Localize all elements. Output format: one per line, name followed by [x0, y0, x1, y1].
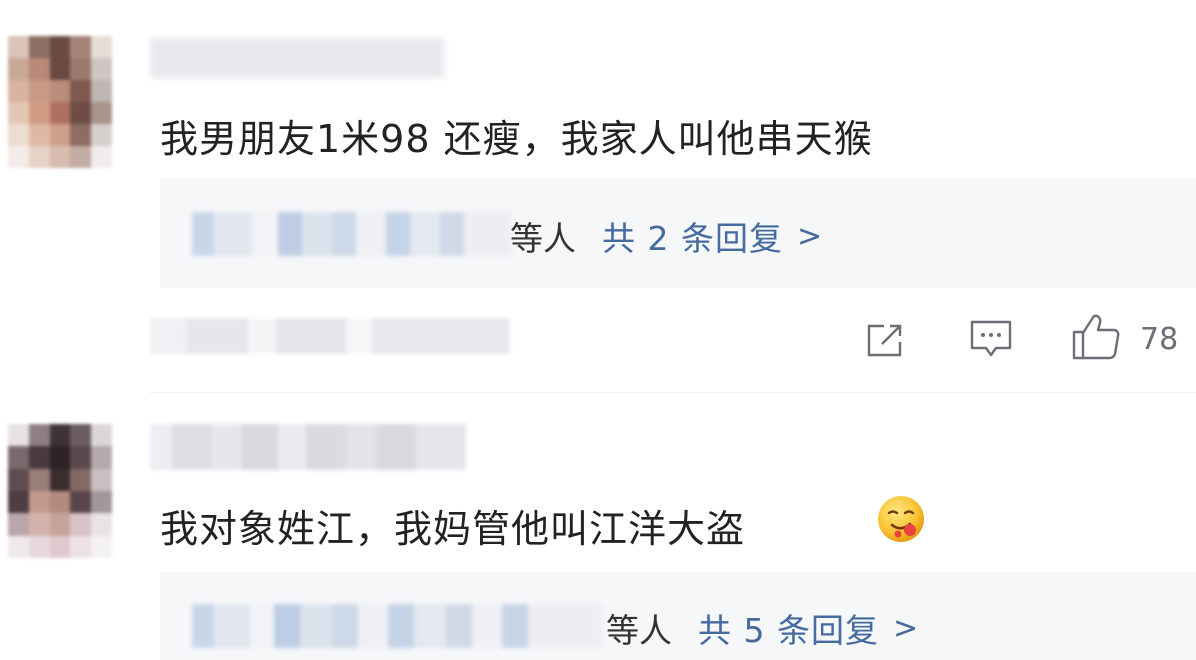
reply-people-label: 等人 — [510, 219, 576, 258]
reply-summary-link[interactable]: 等人 共 5 条回复 > — [606, 604, 918, 652]
comment-text: 我男朋友1米98 还瘦，我家人叫他串天猴 — [160, 117, 873, 161]
drooling-face-emoji — [876, 494, 926, 544]
comment-icon[interactable] — [968, 318, 1014, 360]
share-icon[interactable] — [864, 320, 908, 360]
reply-count-label: 共 5 条回复 — [698, 611, 879, 650]
comment-feed: 我男朋友1米98 还瘦，我家人叫他串天猴 等人 共 2 条回复 > 78 我对象… — [0, 0, 1196, 660]
reply-users-redacted — [192, 604, 602, 648]
reply-people-label: 等人 — [606, 611, 672, 650]
avatar[interactable] — [8, 424, 112, 558]
reply-count-label: 共 2 条回复 — [602, 219, 783, 258]
avatar[interactable] — [8, 36, 112, 168]
username-redacted[interactable] — [150, 424, 466, 470]
divider — [150, 392, 1196, 393]
like-count: 78 — [1140, 322, 1179, 357]
username-redacted[interactable] — [150, 38, 444, 78]
chevron-right-icon: > — [796, 218, 823, 254]
comment-text: 我对象姓江，我妈管他叫江洋大盗 — [160, 507, 746, 551]
chevron-right-icon: > — [892, 610, 919, 646]
reply-users-redacted — [192, 212, 512, 256]
comment-meta-redacted — [150, 318, 510, 354]
thumbs-up-icon[interactable] — [1070, 312, 1122, 362]
reply-summary-link[interactable]: 等人 共 2 条回复 > — [510, 212, 822, 260]
